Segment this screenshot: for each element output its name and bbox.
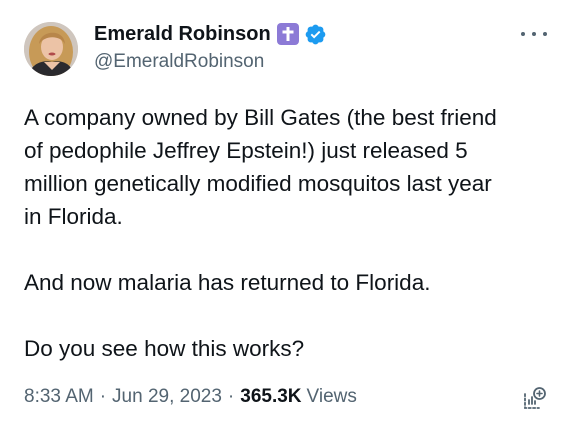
more-horizontal-icon[interactable] <box>521 29 547 39</box>
meta-separator: · <box>99 386 107 407</box>
tweet-card: Emerald Robinson @EmeraldRobinson A comp… <box>0 0 568 433</box>
name-row: Emerald Robinson <box>94 20 327 48</box>
verified-badge-icon <box>305 24 326 44</box>
tweet-line: A company owned by Bill Gates (the best … <box>24 105 497 130</box>
tweet-line: in Florida. <box>24 204 123 229</box>
tweet-time[interactable]: 8:33 AM <box>24 386 94 408</box>
display-name[interactable]: Emerald Robinson <box>94 23 271 46</box>
tweet-paragraph-3: Do you see how this works? <box>24 336 305 361</box>
tweet-header: Emerald Robinson @EmeraldRobinson <box>94 20 327 73</box>
cross-icon <box>276 23 299 45</box>
views-label: Views <box>306 386 357 407</box>
tweet-line: million genetically modified mosquitos l… <box>24 171 492 196</box>
analytics-icon[interactable] <box>521 386 547 412</box>
tweet-date[interactable]: Jun 29, 2023 <box>112 386 222 408</box>
meta-separator: · <box>227 386 235 407</box>
tweet-text: A company owned by Bill Gates (the best … <box>24 101 549 365</box>
avatar[interactable] <box>24 22 78 76</box>
views-count: 365.3K <box>240 386 302 407</box>
tweet-line: of pedophile Jeffrey Epstein!) just rele… <box>24 138 468 163</box>
profile-photo-icon <box>24 22 78 76</box>
user-handle[interactable]: @EmeraldRobinson <box>94 51 327 73</box>
tweet-paragraph-2: And now malaria has returned to Florida. <box>24 270 431 295</box>
tweet-meta: 8:33 AM · Jun 29, 2023 · 365.3K Views <box>24 386 357 408</box>
tweet-paragraph-1: A company owned by Bill Gates (the best … <box>24 101 549 233</box>
